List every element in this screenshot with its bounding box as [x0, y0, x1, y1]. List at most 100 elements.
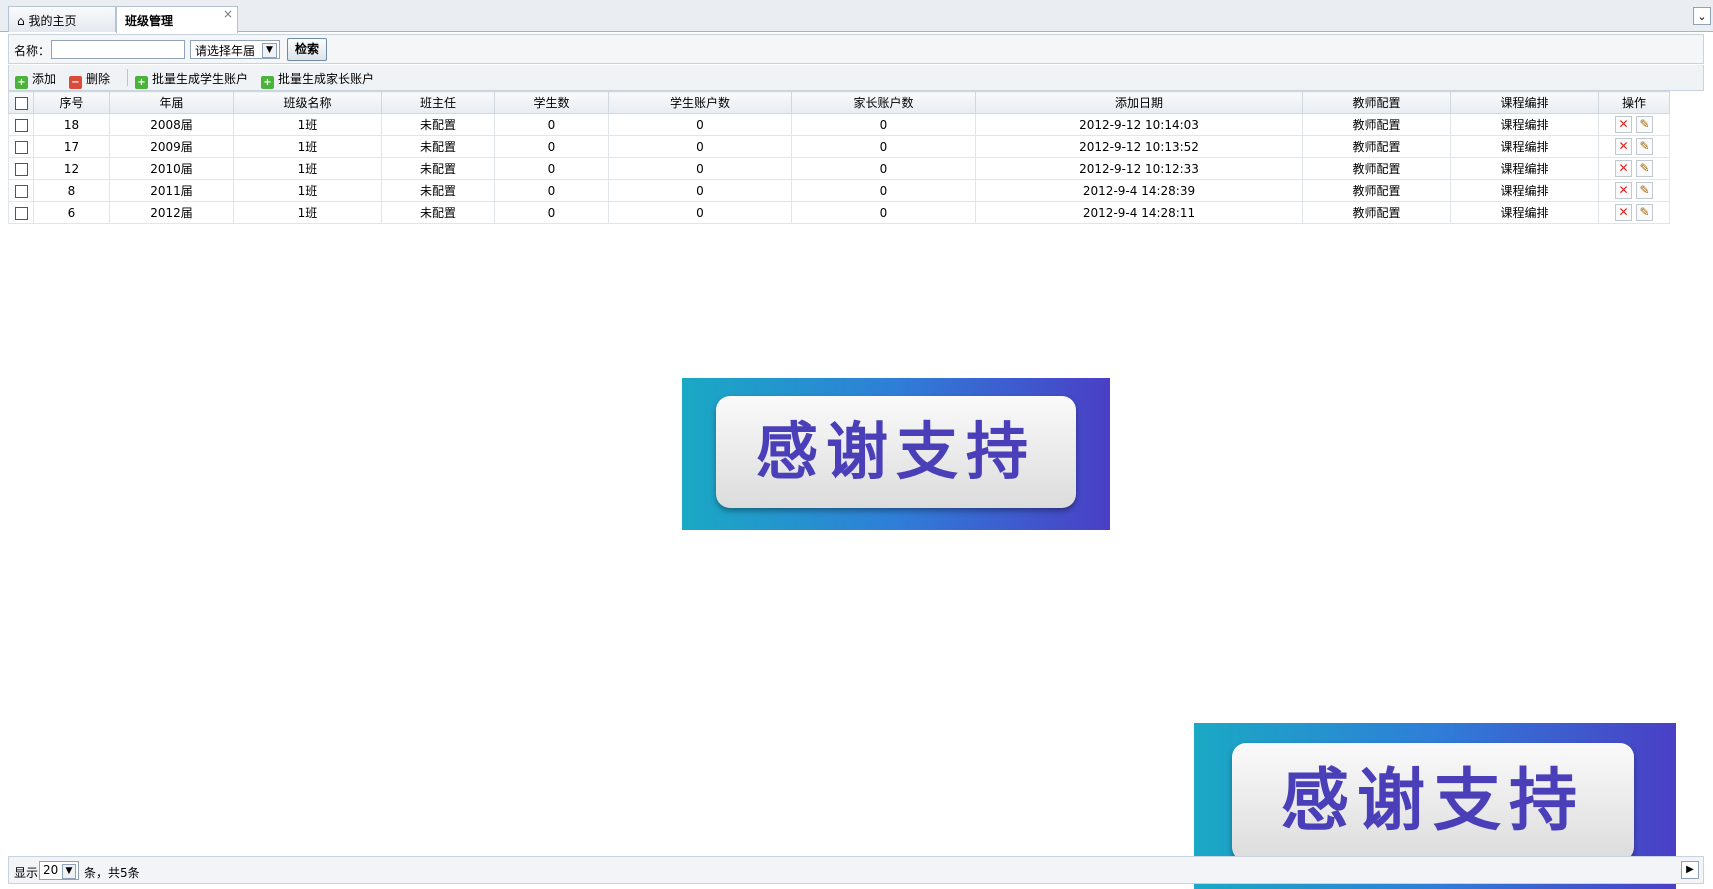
table-row[interactable]: 6 2012届 1班 未配置 0 0 0 2012-9-4 14:28:11 教…: [8, 201, 1670, 224]
teacher-config-link[interactable]: 教师配置: [1302, 157, 1451, 180]
cell-year: 2011届: [109, 179, 234, 202]
close-icon[interactable]: ×: [223, 7, 233, 21]
delete-row-icon[interactable]: ✕: [1615, 116, 1632, 133]
header-year[interactable]: 年届: [109, 91, 234, 114]
header-teacher-config[interactable]: 教师配置: [1302, 91, 1451, 114]
tab-home-label: 我的主页: [28, 14, 77, 28]
course-schedule-link[interactable]: 课程编排: [1450, 157, 1599, 180]
header-student-accounts[interactable]: 学生账户数: [608, 91, 792, 114]
cell-class-name: 1班: [233, 179, 382, 202]
cell-date-added: 2012-9-4 14:28:39: [975, 179, 1303, 202]
cell-index: 17: [33, 135, 110, 158]
header-index[interactable]: 序号: [33, 91, 110, 114]
toolbar-divider: [127, 69, 128, 86]
row-checkbox[interactable]: [14, 162, 28, 176]
cell-student-accounts: 0: [608, 179, 792, 202]
row-select-cell: [8, 113, 34, 136]
delete-label: 删除: [86, 72, 111, 86]
row-checkbox[interactable]: [14, 118, 28, 132]
cell-index: 18: [33, 113, 110, 136]
year-select[interactable]: 请选择年届 ▼: [190, 40, 280, 59]
row-select-cell: [8, 135, 34, 158]
delete-row-icon[interactable]: ✕: [1615, 204, 1632, 221]
next-page-icon[interactable]: ▶: [1681, 861, 1699, 879]
edit-pencil-icon[interactable]: ✎: [1636, 116, 1653, 133]
delete-row-icon[interactable]: ✕: [1615, 160, 1632, 177]
page-size-select[interactable]: 20 ▼: [39, 861, 79, 880]
teacher-config-link[interactable]: 教师配置: [1302, 113, 1451, 136]
teacher-config-link[interactable]: 教师配置: [1302, 135, 1451, 158]
gen-parent-accounts-button[interactable]: + 批量生成家长账户: [261, 70, 374, 89]
cell-student-count: 0: [494, 201, 609, 224]
header-date-added[interactable]: 添加日期: [975, 91, 1303, 114]
page-size-value: 20: [43, 863, 59, 877]
cell-parent-accounts: 0: [791, 113, 976, 136]
add-button[interactable]: + 添加: [15, 70, 56, 89]
cell-date-added: 2012-9-12 10:12:33: [975, 157, 1303, 180]
cell-actions: ✕ ✎: [1598, 201, 1670, 224]
table-row[interactable]: 18 2008届 1班 未配置 0 0 0 2012-9-12 10:14:03…: [8, 113, 1670, 136]
delete-row-icon[interactable]: ✕: [1615, 182, 1632, 199]
table-row[interactable]: 12 2010届 1班 未配置 0 0 0 2012-9-12 10:12:33…: [8, 157, 1670, 180]
header-class-name[interactable]: 班级名称: [233, 91, 382, 114]
row-checkbox[interactable]: [14, 140, 28, 154]
thanks-banner: 感谢支持: [682, 378, 1110, 530]
delete-icon: −: [69, 76, 82, 89]
add-label: 添加: [32, 72, 57, 86]
edit-pencil-icon[interactable]: ✎: [1636, 182, 1653, 199]
edit-pencil-icon[interactable]: ✎: [1636, 160, 1653, 177]
select-all-cell: [8, 91, 34, 114]
course-schedule-link[interactable]: 课程编排: [1450, 201, 1599, 224]
thanks-banner-text: 感谢支持: [716, 396, 1076, 508]
cell-class-name: 1班: [233, 157, 382, 180]
tab-class-management[interactable]: 班级管理 ×: [116, 6, 238, 33]
header-student-count[interactable]: 学生数: [494, 91, 609, 114]
cell-index: 8: [33, 179, 110, 202]
cell-student-accounts: 0: [608, 201, 792, 224]
cell-head-teacher: 未配置: [381, 201, 495, 224]
header-actions: 操作: [1598, 91, 1670, 114]
total-count-text: 条，共5条: [84, 866, 140, 880]
row-checkbox[interactable]: [14, 184, 28, 198]
edit-pencil-icon[interactable]: ✎: [1636, 204, 1653, 221]
select-all-checkbox[interactable]: [14, 96, 28, 110]
row-checkbox[interactable]: [14, 206, 28, 220]
gen-student-accounts-button[interactable]: + 批量生成学生账户: [135, 70, 248, 89]
cell-class-name: 1班: [233, 113, 382, 136]
dropdown-arrow-icon[interactable]: ▼: [62, 864, 76, 879]
dropdown-arrow-icon[interactable]: ▼: [262, 43, 277, 58]
tab-home[interactable]: ⌂ 我的主页: [8, 6, 116, 32]
teacher-config-link[interactable]: 教师配置: [1302, 201, 1451, 224]
home-icon: ⌂: [17, 14, 25, 28]
cell-index: 12: [33, 157, 110, 180]
cell-year: 2012届: [109, 201, 234, 224]
name-input[interactable]: [51, 40, 185, 59]
header-course-schedule[interactable]: 课程编排: [1450, 91, 1599, 114]
cell-head-teacher: 未配置: [381, 113, 495, 136]
cell-year: 2010届: [109, 157, 234, 180]
header-head-teacher[interactable]: 班主任: [381, 91, 495, 114]
cell-date-added: 2012-9-12 10:14:03: [975, 113, 1303, 136]
edit-pencil-icon[interactable]: ✎: [1636, 138, 1653, 155]
row-select-cell: [8, 157, 34, 180]
course-schedule-link[interactable]: 课程编排: [1450, 179, 1599, 202]
table-row[interactable]: 17 2009届 1班 未配置 0 0 0 2012-9-12 10:13:52…: [8, 135, 1670, 158]
pagination-bar: 显示 20 ▼ 条，共5条 ▶: [8, 856, 1704, 884]
cell-parent-accounts: 0: [791, 179, 976, 202]
course-schedule-link[interactable]: 课程编排: [1450, 113, 1599, 136]
cell-year: 2008届: [109, 113, 234, 136]
delete-button[interactable]: − 删除: [69, 70, 110, 89]
table-row[interactable]: 8 2011届 1班 未配置 0 0 0 2012-9-4 14:28:39 教…: [8, 179, 1670, 202]
tab-class-management-label: 班级管理: [125, 14, 174, 28]
header-parent-accounts[interactable]: 家长账户数: [791, 91, 976, 114]
chevron-down-icon[interactable]: ⌄: [1693, 7, 1711, 25]
row-select-cell: [8, 201, 34, 224]
cell-parent-accounts: 0: [791, 135, 976, 158]
cell-index: 6: [33, 201, 110, 224]
teacher-config-link[interactable]: 教师配置: [1302, 179, 1451, 202]
delete-row-icon[interactable]: ✕: [1615, 138, 1632, 155]
course-schedule-link[interactable]: 课程编排: [1450, 135, 1599, 158]
cell-student-count: 0: [494, 179, 609, 202]
toolbar: + 添加 − 删除 + 批量生成学生账户 + 批量生成家长账户: [8, 65, 1704, 91]
search-button[interactable]: 检索: [287, 38, 327, 61]
